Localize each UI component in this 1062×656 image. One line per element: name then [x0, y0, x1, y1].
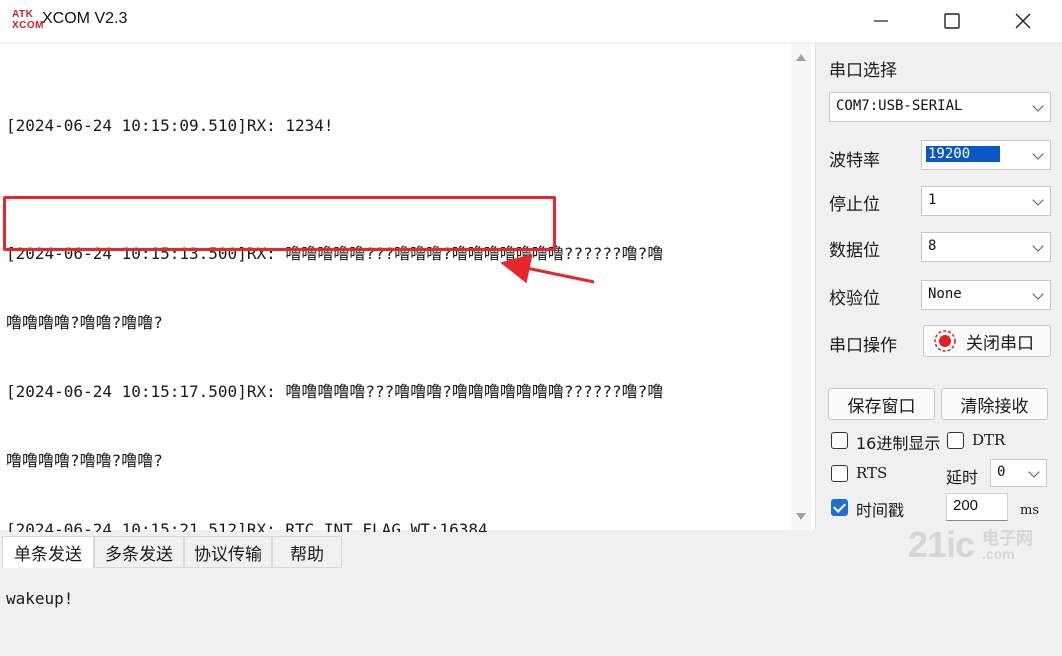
title-bar: ATK XCOM XCOM V2.3: [0, 0, 1062, 42]
window-title: XCOM V2.3: [42, 10, 128, 27]
hex-display-label: 16进制显示: [856, 434, 941, 453]
chevron-down-icon: [1032, 240, 1044, 252]
receive-line: 噜噜噜噜?噜噜?噜噜?: [6, 451, 163, 470]
delay-value: 0: [997, 464, 1006, 480]
dtr-label: DTR: [972, 431, 1006, 449]
close-icon: [1015, 13, 1031, 29]
save-window-button[interactable]: 保存窗口: [828, 388, 935, 420]
chevron-down-icon: [1032, 100, 1044, 112]
maximize-button[interactable]: [917, 0, 987, 42]
close-port-label: 关闭串口: [966, 333, 1034, 354]
watermark-url: .com: [982, 546, 1015, 562]
timestamp-unit: ms: [1020, 503, 1039, 518]
minimize-button[interactable]: [846, 0, 916, 42]
receive-line: [2024-06-24 10:15:09.510]RX: 1234!: [6, 116, 334, 135]
receive-line: wakeup!: [6, 589, 74, 608]
parity-label: 校验位: [829, 289, 880, 309]
logo-text-xcom: XCOM: [12, 20, 44, 31]
delay-label: 延时: [946, 468, 979, 487]
chevron-down-icon: [1032, 194, 1044, 206]
watermark-logo: 21ic 电子网 .com: [908, 520, 1058, 568]
timestamp-checkbox[interactable]: [831, 499, 848, 516]
minimize-icon: [874, 20, 888, 22]
port-select-label: 串口选择: [829, 61, 897, 81]
timestamp-interval-input[interactable]: 200: [946, 493, 1008, 521]
receive-line: [2024-06-24 10:15:17.500]RX: 噜噜噜噜噜???噜噜噜…: [6, 382, 664, 401]
data-bits-value: 8: [928, 238, 937, 254]
receive-line: 噜噜噜噜?噜噜?噜噜?: [6, 313, 163, 332]
receive-scrollbar[interactable]: [791, 44, 811, 530]
stop-bits-label: 停止位: [829, 195, 880, 215]
port-operation-label: 串口操作: [829, 336, 897, 356]
rts-checkbox[interactable]: [831, 465, 848, 482]
rts-label: RTS: [856, 464, 888, 482]
highlight-box-wakeup: [3, 196, 556, 251]
tab-help[interactable]: 帮助: [272, 536, 342, 568]
tab-single-send[interactable]: 单条发送: [2, 536, 94, 568]
clear-receive-button[interactable]: 清除接收: [941, 388, 1048, 420]
tab-multi-send[interactable]: 多条发送: [94, 536, 184, 568]
chevron-down-icon: [1032, 148, 1044, 160]
port-select-value: COM7:USB-SERIAL: [836, 98, 963, 114]
data-bits-select[interactable]: 8: [921, 232, 1051, 262]
receive-area[interactable]: [2024-06-24 10:15:09.510]RX: 1234! [2024…: [0, 44, 816, 608]
dtr-checkbox[interactable]: [947, 432, 964, 449]
stop-bits-value: 1: [928, 192, 937, 208]
scroll-down-icon[interactable]: [796, 513, 806, 520]
app-logo-icon: ATK XCOM: [12, 9, 44, 33]
close-port-button[interactable]: 关闭串口: [923, 325, 1051, 357]
baud-select-value: 19200: [926, 146, 1001, 162]
data-bits-label: 数据位: [829, 241, 880, 261]
send-tabs: 单条发送 多条发送 协议传输 帮助: [0, 532, 815, 570]
parity-select[interactable]: None: [921, 280, 1051, 310]
chevron-down-icon: [1028, 466, 1040, 478]
parity-value: None: [928, 286, 962, 302]
watermark-big: 21ic: [908, 524, 975, 565]
port-status-icon: [934, 330, 956, 352]
stop-bits-select[interactable]: 1: [921, 186, 1051, 216]
timestamp-label: 时间戳: [856, 501, 905, 520]
close-window-button[interactable]: [988, 0, 1058, 42]
maximize-icon: [944, 13, 960, 29]
baud-select[interactable]: 19200: [921, 140, 1051, 170]
hex-display-checkbox[interactable]: [831, 432, 848, 449]
chevron-down-icon: [1032, 288, 1044, 300]
port-select[interactable]: COM7:USB-SERIAL: [829, 92, 1051, 122]
tab-protocol[interactable]: 协议传输: [184, 536, 272, 568]
baud-label: 波特率: [829, 151, 880, 171]
logo-text-atk: ATK: [12, 9, 34, 20]
delay-select[interactable]: 0: [990, 459, 1047, 487]
scroll-up-icon[interactable]: [796, 54, 806, 61]
